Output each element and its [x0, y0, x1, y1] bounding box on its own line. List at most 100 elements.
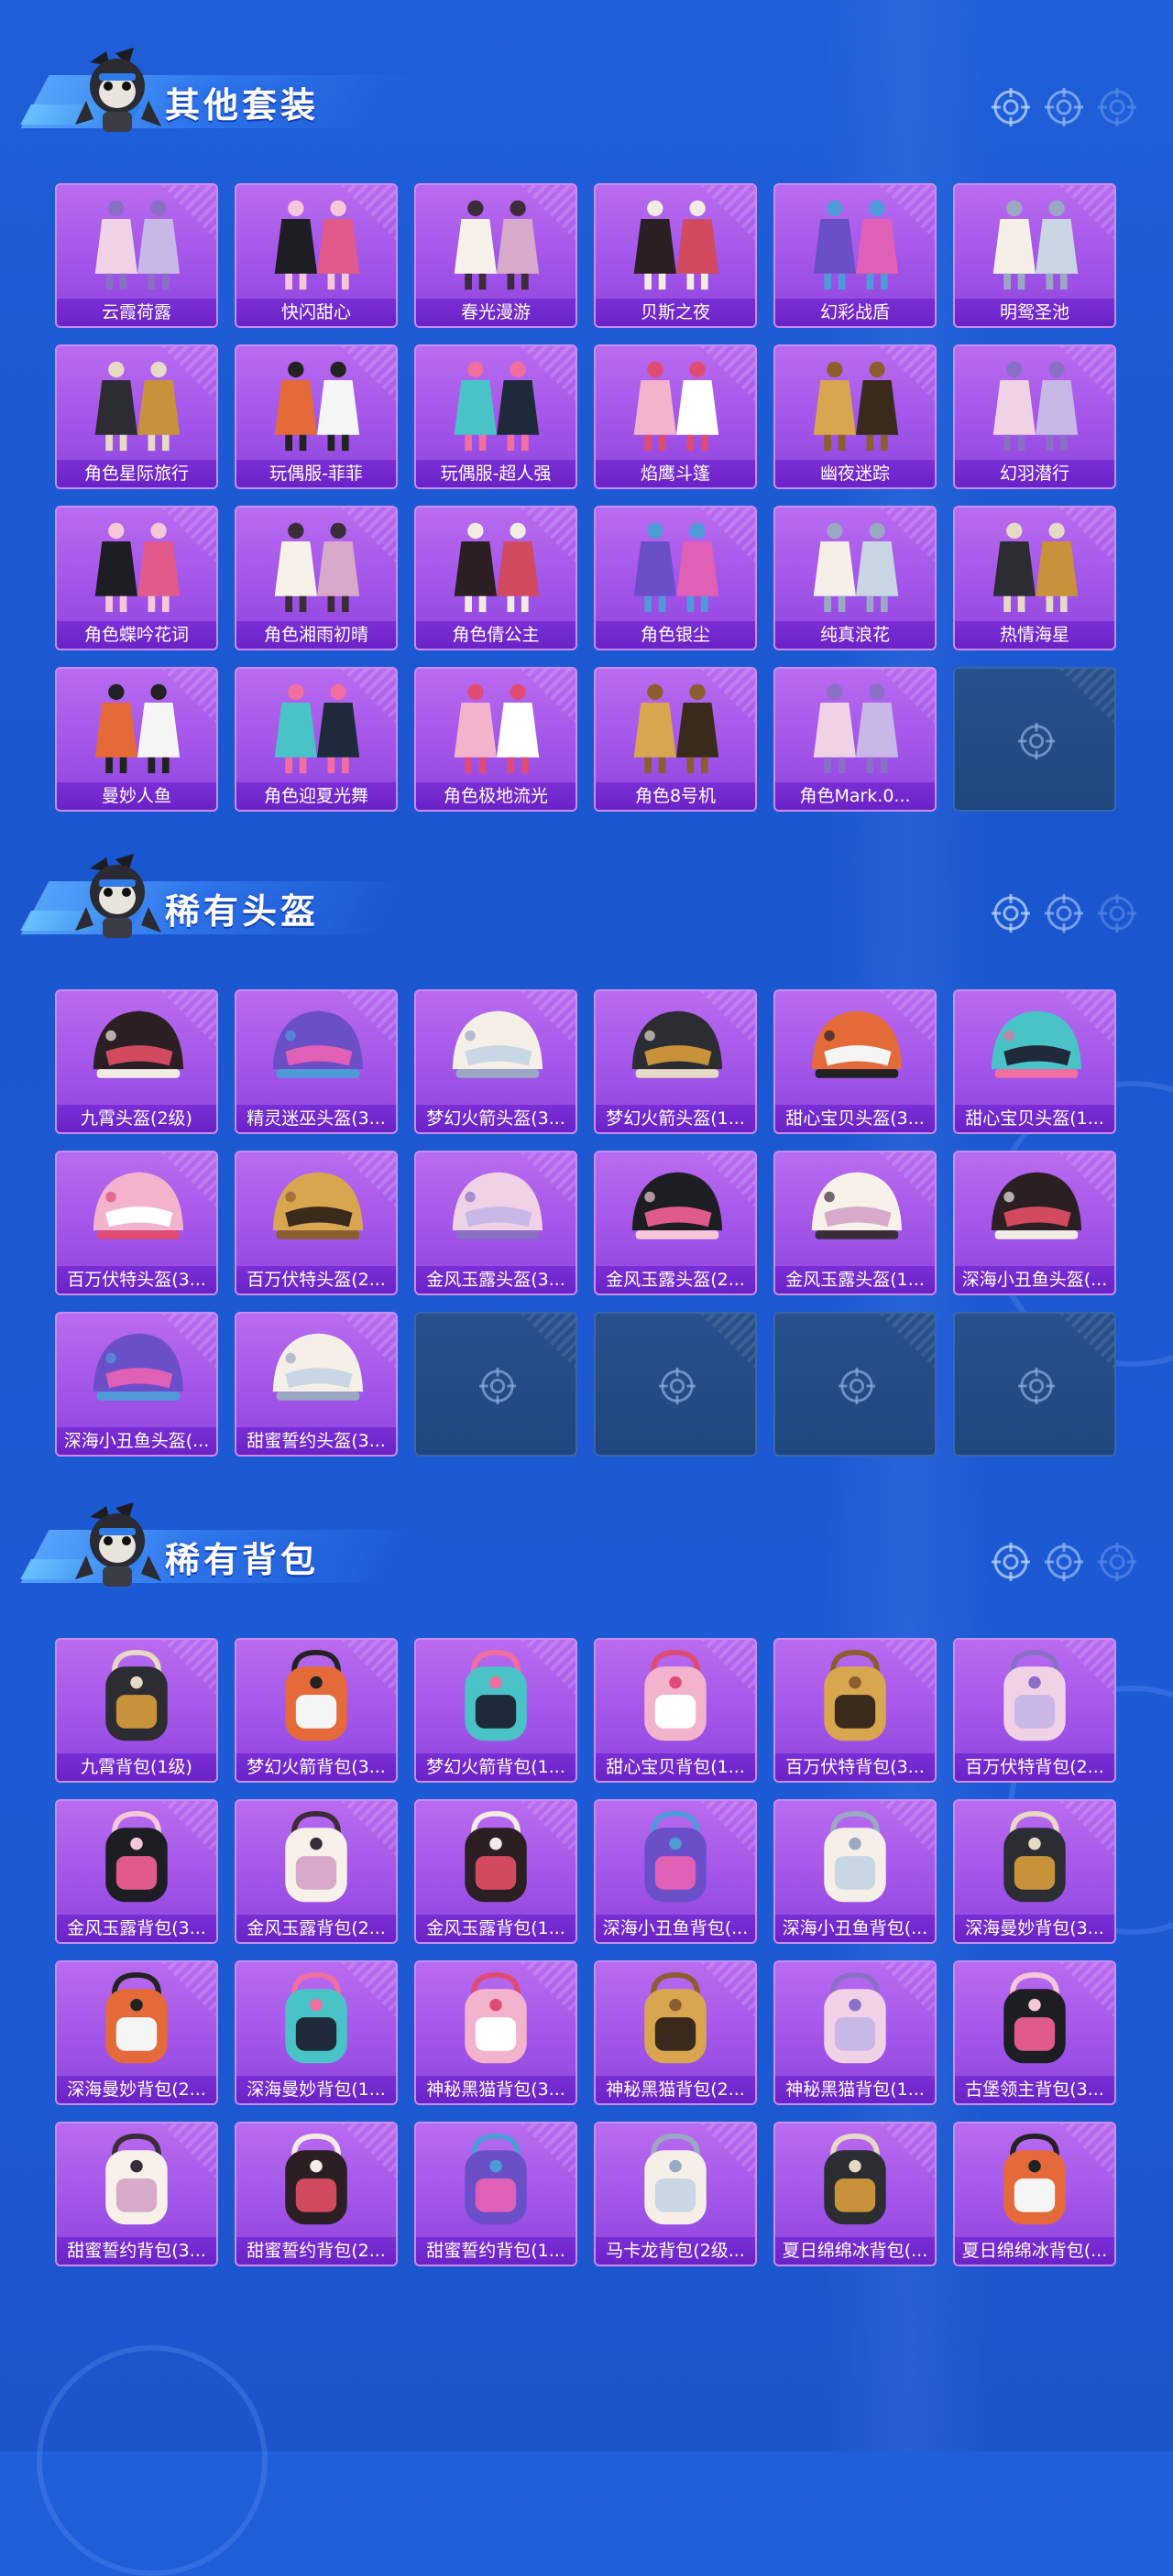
item-name: 神秘黑猫背包(1... — [775, 2076, 935, 2103]
item-image — [973, 1810, 1096, 1907]
item-card[interactable]: 金风玉露背包(2... — [235, 1799, 398, 1944]
item-card[interactable]: 甜蜜誓约背包(3... — [55, 2122, 218, 2266]
item-card[interactable]: 深海曼妙背包(3... — [953, 1799, 1116, 1944]
item-card[interactable]: 金风玉露背包(3... — [55, 1799, 218, 1944]
item-card[interactable]: 幻彩战盾 — [773, 183, 937, 328]
item-card[interactable]: 金风玉露头盔(1... — [773, 1151, 937, 1295]
item-image — [794, 517, 916, 614]
item-image — [614, 1649, 737, 1746]
item-name: 古堡领主背包(3... — [955, 2076, 1114, 2103]
item-image — [434, 194, 557, 291]
item-card[interactable]: 深海曼妙背包(1... — [235, 1960, 398, 2105]
item-card[interactable]: 金风玉露头盔(3... — [414, 1151, 577, 1295]
crosshair-icon — [479, 1368, 516, 1404]
item-image — [614, 678, 737, 775]
item-name: 幻彩战盾 — [775, 299, 935, 326]
item-name: 金风玉露头盔(3... — [416, 1266, 576, 1293]
item-card[interactable]: 九霄头盔(2级) — [55, 989, 218, 1134]
item-card[interactable]: 明鸳圣池 — [953, 183, 1116, 328]
item-card[interactable]: 夏日绵绵冰背包(... — [773, 2122, 937, 2266]
item-name: 玩偶服-菲菲 — [236, 460, 396, 487]
item-name: 金风玉露头盔(1... — [775, 1266, 935, 1293]
item-card[interactable]: 角色迎夏光舞 — [235, 667, 398, 812]
item-card[interactable]: 曼妙人鱼 — [55, 667, 218, 812]
item-card[interactable]: 深海小丑鱼头盔(... — [953, 1151, 1116, 1295]
item-name: 九霄头盔(2级) — [57, 1105, 216, 1132]
item-card[interactable]: 角色倩公主 — [414, 506, 577, 650]
item-card[interactable]: 角色8号机 — [594, 667, 757, 812]
item-card[interactable]: 深海小丑鱼背包(... — [594, 1799, 757, 1944]
item-card[interactable]: 甜蜜誓约背包(1... — [414, 2122, 577, 2266]
item-card[interactable]: 甜心宝贝头盔(3... — [773, 989, 937, 1134]
item-card[interactable]: 焰鹰斗篷 — [594, 344, 757, 489]
item-card[interactable]: 神秘黑猫背包(1... — [773, 1960, 937, 2105]
item-name: 快闪甜心 — [236, 299, 396, 326]
item-image — [973, 355, 1096, 453]
item-name: 角色Mark.0... — [775, 782, 935, 810]
crosshair-icon — [1045, 88, 1083, 126]
item-card[interactable]: 百万伏特背包(2... — [953, 1638, 1116, 1783]
item-card[interactable]: 玩偶服-超人强 — [414, 344, 577, 489]
item-card[interactable]: 深海小丑鱼背包(... — [773, 1799, 937, 1944]
item-name: 角色迎夏光舞 — [236, 782, 396, 810]
item-card[interactable]: 贝斯之夜 — [594, 183, 757, 328]
item-card[interactable]: 百万伏特背包(3... — [773, 1638, 937, 1783]
item-card[interactable]: 春光漫游 — [414, 183, 577, 328]
item-card[interactable]: 甜蜜誓约头盔(3... — [235, 1312, 398, 1457]
item-card[interactable]: 神秘黑猫背包(2... — [594, 1960, 757, 2105]
item-card[interactable]: 深海曼妙背包(2... — [55, 1960, 218, 2105]
item-card[interactable]: 古堡领主背包(3... — [953, 1960, 1116, 2105]
item-card[interactable]: 马卡龙背包(2级... — [594, 2122, 757, 2266]
item-image — [794, 355, 916, 453]
item-image — [614, 2133, 737, 2230]
item-card[interactable]: 梦幻火箭头盔(3... — [414, 989, 577, 1134]
item-card[interactable]: 梦幻火箭背包(1... — [414, 1638, 577, 1783]
item-image — [614, 1000, 737, 1097]
item-image — [434, 1162, 557, 1259]
item-card[interactable]: 纯真浪花 — [773, 506, 937, 650]
item-name: 金风玉露头盔(2... — [596, 1266, 755, 1293]
item-image — [973, 517, 1096, 614]
item-card[interactable]: 神秘黑猫背包(3... — [414, 1960, 577, 2105]
item-name: 角色湘雨初晴 — [236, 621, 396, 649]
item-card[interactable]: 梦幻火箭背包(3... — [235, 1638, 398, 1783]
item-card[interactable]: 百万伏特头盔(3... — [55, 1151, 218, 1295]
item-card[interactable]: 幻羽潜行 — [953, 344, 1116, 489]
item-card[interactable]: 金风玉露背包(1... — [414, 1799, 577, 1944]
item-card[interactable]: 幽夜迷踪 — [773, 344, 937, 489]
item-name: 曼妙人鱼 — [57, 782, 216, 810]
item-card[interactable]: 深海小丑鱼头盔(... — [55, 1312, 218, 1457]
item-name: 甜心宝贝头盔(1... — [955, 1105, 1114, 1132]
item-card[interactable]: 甜心宝贝背包(1... — [594, 1638, 757, 1783]
item-card[interactable]: 云霞荷露 — [55, 183, 218, 328]
empty-slot — [414, 1312, 577, 1457]
item-card[interactable]: 玩偶服-菲菲 — [235, 344, 398, 489]
item-card[interactable]: 夏日绵绵冰背包(... — [953, 2122, 1116, 2266]
section-title: 稀有头盔 — [165, 891, 320, 932]
item-card[interactable]: 角色湘雨初晴 — [235, 506, 398, 650]
item-image — [434, 1649, 557, 1746]
item-image — [75, 1323, 198, 1420]
item-image — [794, 2133, 916, 2230]
item-image — [255, 517, 378, 614]
item-name: 九霄背包(1级) — [57, 1753, 216, 1781]
item-card[interactable]: 百万伏特头盔(2... — [235, 1151, 398, 1295]
item-card[interactable]: 热情海星 — [953, 506, 1116, 650]
empty-slot — [594, 1312, 757, 1457]
item-name: 金风玉露背包(3... — [57, 1915, 216, 1942]
item-card[interactable]: 快闪甜心 — [235, 183, 398, 328]
item-card[interactable]: 精灵迷巫头盔(3... — [235, 989, 398, 1134]
item-card[interactable]: 金风玉露头盔(2... — [594, 1151, 757, 1295]
item-card[interactable]: 角色银尘 — [594, 506, 757, 650]
item-card[interactable]: 角色Mark.0... — [773, 667, 937, 812]
item-image — [255, 1162, 378, 1259]
item-card[interactable]: 甜蜜誓约背包(2... — [235, 2122, 398, 2266]
item-image — [794, 678, 916, 775]
item-card[interactable]: 甜心宝贝头盔(1... — [953, 989, 1116, 1134]
item-card[interactable]: 梦幻火箭头盔(1... — [594, 989, 757, 1134]
item-card[interactable]: 角色星际旅行 — [55, 344, 218, 489]
item-card[interactable]: 角色蝶吟花词 — [55, 506, 218, 650]
item-card[interactable]: 九霄背包(1级) — [55, 1638, 218, 1783]
crosshair-icon — [659, 1368, 696, 1404]
item-card[interactable]: 角色极地流光 — [414, 667, 577, 812]
